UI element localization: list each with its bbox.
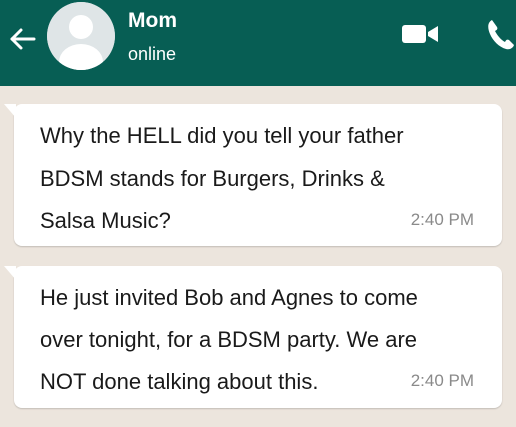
message-text-line: Why the HELL did you tell your father — [40, 123, 404, 148]
chat-header: Mom online — [0, 0, 516, 86]
arrow-left-icon[interactable] — [6, 22, 40, 56]
message-bubble[interactable]: Why the HELL did you tell your father BD… — [4, 104, 502, 246]
message-bubble[interactable]: He just invited Bob and Agnes to come ov… — [4, 266, 502, 408]
video-camera-icon[interactable] — [400, 22, 440, 46]
contact-status: online — [128, 44, 177, 64]
message-text-line: Salsa Music? — [40, 208, 171, 233]
contact-name[interactable]: Mom — [128, 8, 177, 34]
message-text-line: He just invited Bob and Agnes to come — [40, 285, 418, 310]
bubble-tail — [4, 104, 16, 118]
message-text-line: over tonight, for a BDSM party. We are — [40, 327, 418, 352]
message-timestamp: 2:40 PM — [410, 371, 474, 390]
message-timestamp: 2:40 PM — [410, 210, 474, 229]
message-text-line: NOT done talking about this. — [40, 369, 319, 394]
phone-icon[interactable] — [482, 14, 516, 54]
avatar[interactable] — [47, 2, 115, 70]
bubble-tail — [4, 266, 16, 280]
default-avatar-icon — [47, 2, 115, 70]
message-text-line: BDSM stands for Burgers, Drinks & — [40, 166, 385, 191]
